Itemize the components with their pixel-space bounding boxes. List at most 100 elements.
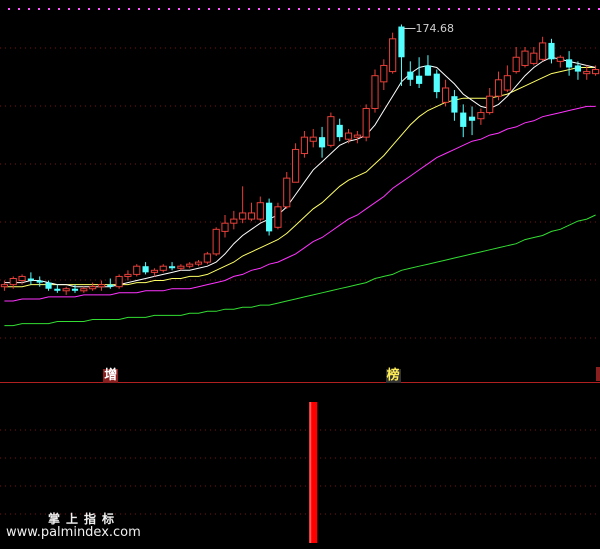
candle-body	[494, 79, 503, 97]
top-marker	[468, 8, 470, 10]
candle-body	[344, 132, 353, 140]
candle-body	[380, 64, 388, 83]
candle-body	[486, 95, 494, 114]
candle-body	[362, 107, 370, 138]
top-marker	[328, 8, 330, 10]
candle-body	[327, 116, 335, 146]
candle-body	[133, 265, 141, 275]
top-marker	[388, 8, 390, 10]
signal-label-bang: 榜	[385, 368, 401, 383]
top-marker	[68, 8, 70, 10]
signal-marker-edge	[596, 367, 600, 381]
candle-body	[592, 69, 600, 75]
top-marker	[338, 8, 340, 10]
candle-body	[54, 288, 61, 291]
top-marker	[418, 8, 420, 10]
top-marker	[208, 8, 210, 10]
candle-body	[186, 263, 194, 267]
top-marker	[518, 8, 520, 10]
watermark-title: 掌上指标	[48, 512, 121, 526]
ma-mid-line	[4, 67, 596, 288]
candle-body	[477, 112, 485, 120]
candle-body	[80, 288, 88, 292]
candle-body	[336, 124, 343, 138]
candle-body	[416, 75, 423, 84]
candle-body	[36, 280, 43, 283]
ma-long-line	[4, 214, 596, 327]
candle-body	[142, 266, 149, 273]
top-marker	[308, 8, 310, 10]
candle-body	[371, 75, 379, 109]
candle-body	[97, 284, 106, 288]
candle-body	[107, 284, 114, 287]
candle-body	[566, 59, 573, 68]
candle-body	[89, 286, 97, 290]
top-marker	[528, 8, 530, 10]
top-marker	[578, 8, 580, 10]
top-marker	[238, 8, 240, 10]
top-marker	[268, 8, 270, 10]
candle-body	[424, 65, 432, 76]
top-marker	[218, 8, 220, 10]
top-marker	[158, 8, 160, 10]
candle-body	[71, 288, 79, 291]
top-marker	[38, 8, 40, 10]
candle-body	[309, 136, 317, 142]
candle-body	[230, 218, 238, 224]
top-marker	[498, 8, 500, 10]
top-marker	[438, 8, 440, 10]
top-marker	[428, 8, 430, 10]
candle-body	[18, 275, 26, 282]
candle-body	[398, 26, 405, 58]
top-marker	[148, 8, 150, 10]
top-marker	[258, 8, 260, 10]
top-marker	[568, 8, 570, 10]
top-marker	[348, 8, 350, 10]
top-marker	[18, 8, 20, 10]
candle-body	[583, 71, 591, 75]
candle-body	[407, 71, 414, 80]
indicator-bar-highlight	[309, 402, 312, 543]
candle-body	[460, 112, 467, 127]
candle-body	[168, 266, 176, 269]
candle-body	[274, 206, 282, 228]
candle-body	[451, 96, 458, 113]
candle-body	[0, 284, 8, 288]
top-marker	[278, 8, 280, 10]
top-marker	[448, 8, 450, 10]
top-marker	[558, 8, 560, 10]
top-marker	[188, 8, 190, 10]
candle-body	[221, 222, 229, 232]
candle-body	[292, 148, 300, 183]
top-marker	[48, 8, 50, 10]
top-marker	[288, 8, 290, 10]
top-marker	[298, 8, 300, 10]
top-marker	[138, 8, 140, 10]
top-marker	[88, 8, 90, 10]
candle-body	[521, 50, 529, 66]
candle-body	[318, 137, 326, 148]
candle-body	[433, 73, 440, 93]
top-marker	[98, 8, 100, 10]
top-marker	[548, 8, 550, 10]
candle-body	[124, 273, 132, 277]
candle-body	[353, 134, 361, 138]
candle-body	[9, 277, 17, 286]
stock-chart	[0, 8, 600, 543]
candle-body	[247, 212, 256, 220]
top-marker	[28, 8, 30, 10]
top-marker	[488, 8, 490, 10]
candle-body	[539, 42, 547, 60]
top-marker	[58, 8, 60, 10]
candle-body	[266, 202, 273, 232]
top-marker	[228, 8, 230, 10]
top-marker	[588, 8, 590, 10]
candle-body	[239, 212, 247, 220]
candle-body	[203, 253, 211, 263]
top-marker	[318, 8, 320, 10]
top-marker	[478, 8, 480, 10]
candle-body	[27, 278, 34, 281]
watermark-url: www.palmindex.com	[6, 525, 141, 540]
top-marker	[168, 8, 170, 10]
top-marker	[368, 8, 370, 10]
